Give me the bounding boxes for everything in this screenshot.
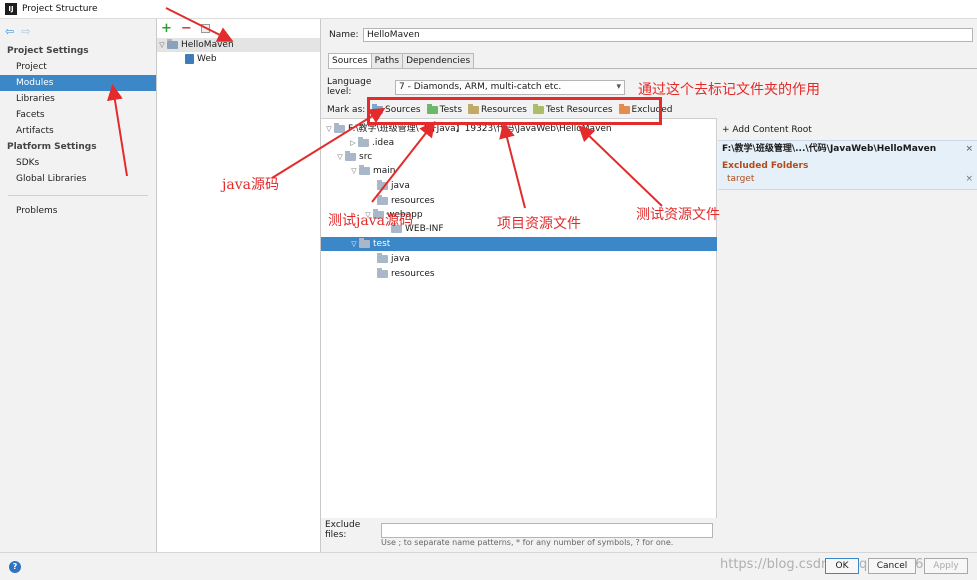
sidebar-item-modules[interactable]: Modules [0, 75, 156, 91]
chevron-right-icon[interactable]: ▷ [348, 136, 358, 150]
module-node[interactable]: ▽ HelloMaven [157, 38, 320, 52]
tree-row-main[interactable]: ▽ main [321, 164, 717, 178]
sidebar-divider [8, 195, 148, 196]
chevron-down-icon[interactable]: ▽ [157, 38, 167, 52]
tree-label-src: src [359, 152, 373, 162]
folder-icon [345, 151, 356, 161]
tree-label-main-resources: resources [391, 196, 435, 206]
tab-dependencies[interactable]: Dependencies [402, 53, 475, 68]
tab-paths[interactable]: Paths [370, 53, 404, 68]
facet-name: Web [197, 54, 217, 64]
content-root-block: F:\教学\班级管理\...\代码\JavaWeb\HelloMaven × E… [718, 140, 977, 190]
tree-row-main-java[interactable]: java [321, 179, 717, 193]
tab-sources[interactable]: Sources [328, 53, 372, 68]
folder-icon [377, 268, 388, 278]
exclude-files-hint: Use ; to separate name patterns, * for a… [381, 538, 674, 547]
annotation-test-resources: 测试资源文件 [636, 207, 720, 223]
cancel-button[interactable]: Cancel [868, 558, 916, 574]
sidebar-item-artifacts[interactable]: Artifacts [0, 123, 156, 139]
sidebar-item-global-libraries[interactable]: Global Libraries [0, 171, 156, 187]
source-folder-tree: ▽ F:\教学\班级管理\【开Java】19323\代码\JavaWeb\Hel… [321, 118, 717, 518]
content-root-path-label: F:\教学\班级管理\...\代码\JavaWeb\HelloMaven [722, 144, 937, 154]
excluded-folders-header: Excluded Folders [722, 161, 809, 171]
sidebar-item-problems[interactable]: Problems [0, 203, 156, 219]
module-folder-icon [167, 39, 178, 49]
exclude-files-label: Exclude files: [325, 520, 361, 540]
add-module-button[interactable]: + [161, 21, 172, 36]
project-settings-header: Project Settings [7, 46, 89, 56]
arrow-right-icon[interactable]: ⇨ [21, 25, 30, 38]
apply-button[interactable]: Apply [924, 558, 968, 574]
tree-row-test-java[interactable]: java [321, 252, 717, 266]
settings-sidebar: ⇦ ⇨ Project Settings Project Modules Lib… [0, 19, 157, 552]
folder-icon [377, 253, 388, 263]
annotation-mark-usage: 通过这个去标记文件夹的作用 [638, 82, 820, 98]
sidebar-item-libraries[interactable]: Libraries [0, 91, 156, 107]
facet-node-web[interactable]: Web [157, 52, 320, 66]
help-button[interactable]: ? [9, 561, 21, 573]
close-icon[interactable]: × [965, 142, 973, 156]
chevron-down-icon[interactable]: ▽ [349, 237, 359, 251]
folder-icon [359, 165, 370, 175]
tree-row-idea[interactable]: ▷ .idea [321, 136, 717, 150]
tree-label-idea: .idea [372, 138, 395, 148]
sidebar-item-facets[interactable]: Facets [0, 107, 156, 123]
chevron-down-icon[interactable]: ▽ [335, 150, 345, 164]
annotation-test-java-source: 测试java源码 [328, 213, 413, 229]
module-tree-panel: + − ▽ HelloMaven Web [157, 19, 321, 552]
exclude-files-input[interactable] [381, 522, 713, 538]
sidebar-item-sdks[interactable]: SDKs [0, 155, 156, 171]
mark-as-label: Mark as: [327, 105, 366, 115]
folder-icon [377, 180, 388, 190]
sidebar-item-project[interactable]: Project [0, 59, 156, 75]
web-facet-icon [185, 54, 194, 64]
copy-icon[interactable] [200, 24, 210, 33]
module-name: HelloMaven [181, 40, 234, 50]
folder-icon [358, 137, 369, 147]
content-root-path: F:\教学\班级管理\...\代码\JavaWeb\HelloMaven × [722, 142, 973, 156]
excluded-folder-label: target [727, 174, 755, 184]
tree-label-main-java: java [391, 181, 410, 191]
add-content-root-button[interactable]: + Add Content Root [718, 123, 977, 138]
nav-arrows: ⇦ ⇨ [0, 19, 156, 43]
annotation-java-source: java源码 [222, 177, 279, 193]
dialog-button-bar: ? https://blog.csdn.net/qq_41616629 OK C… [0, 552, 977, 580]
tree-label-test-java: java [391, 254, 410, 264]
language-level-row: Language level: 7 - Diamonds, ARM, multi… [327, 77, 625, 97]
annotation-highlight-box [367, 97, 662, 125]
close-icon[interactable]: × [965, 173, 973, 185]
name-label: Name: [329, 30, 359, 40]
module-toolbar: + − [157, 19, 320, 38]
intellij-app-icon: IJ [5, 3, 17, 15]
tree-row-src[interactable]: ▽ src [321, 150, 717, 164]
tree-label-test-resources: resources [391, 269, 435, 279]
excluded-folder-item: target × [722, 173, 973, 185]
tree-label-test: test [373, 239, 391, 249]
arrow-left-icon[interactable]: ⇦ [5, 25, 14, 38]
folder-icon [377, 195, 388, 205]
chevron-down-icon[interactable]: ▽ [324, 122, 334, 136]
tree-row-test[interactable]: ▽ test [321, 237, 717, 251]
tree-label-main: main [373, 166, 396, 176]
detail-tabs: Sources Paths Dependencies [328, 53, 475, 68]
tree-row-test-resources[interactable]: resources [321, 267, 717, 281]
content-roots-panel: + Add Content Root F:\教学\班级管理\...\代码\Jav… [718, 118, 977, 518]
platform-settings-header: Platform Settings [7, 142, 97, 152]
title-bar: IJ Project Structure [0, 0, 977, 19]
chevron-down-icon[interactable]: ▽ [349, 164, 359, 178]
module-name-field[interactable]: HelloMaven [363, 28, 973, 42]
name-row: Name: HelloMaven [329, 28, 973, 42]
annotation-project-resources: 项目资源文件 [497, 216, 581, 232]
tabs-divider [328, 68, 977, 69]
language-level-select[interactable]: 7 - Diamonds, ARM, multi-catch etc. [395, 79, 625, 95]
window-title: Project Structure [22, 4, 98, 14]
language-level-label: Language level: [327, 77, 372, 97]
remove-module-button[interactable]: − [181, 21, 192, 36]
folder-icon [359, 238, 370, 248]
exclude-files-row: Exclude files: [325, 520, 713, 540]
folder-icon [334, 123, 345, 133]
ok-button[interactable]: OK [825, 558, 859, 574]
